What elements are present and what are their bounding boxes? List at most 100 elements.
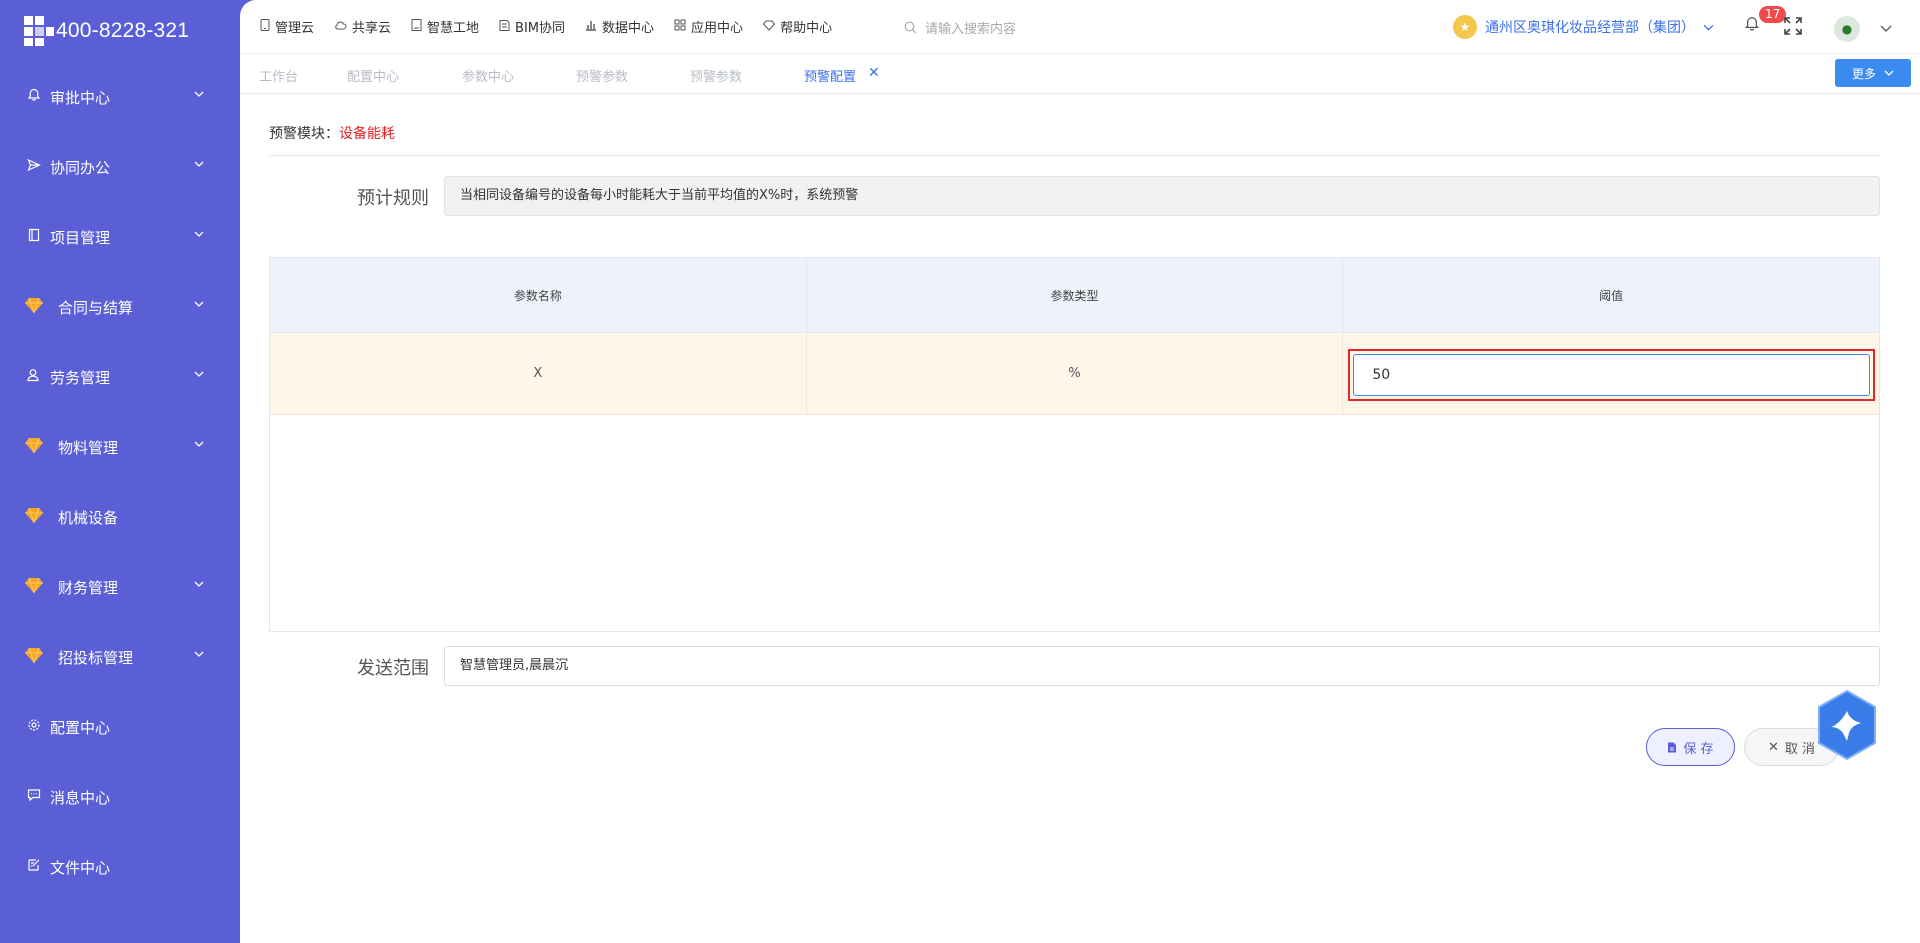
topnav-management-cloud[interactable]: 管理云	[260, 17, 314, 36]
assistant-bird-icon[interactable]	[1815, 689, 1879, 761]
sidebar-item-label: 机械设备	[58, 508, 119, 527]
cancel-button-label: 取 消	[1784, 741, 1816, 757]
column-header-threshold: 阈值	[1599, 288, 1624, 303]
tab-workbench[interactable]: 工作台	[259, 66, 298, 85]
search-icon	[904, 21, 917, 34]
topnav-help-center[interactable]: 帮助中心	[762, 17, 833, 36]
cloud-icon	[334, 20, 347, 33]
sidebar-item-collab[interactable]: 协同办公	[0, 132, 240, 202]
sidebar-item-label: 项目管理	[50, 228, 111, 247]
gem-icon	[24, 297, 44, 318]
gear-icon	[24, 718, 44, 736]
topnav-label: 共享云	[352, 21, 392, 36]
top-nav: 管理云 共享云 智慧工地 BIM协同 数据中心 应用中心 帮助中心	[260, 17, 832, 36]
table-header: 参数名称 参数类型 阈值	[270, 258, 1879, 333]
global-search[interactable]: 请输入搜索内容	[904, 18, 1016, 37]
threshold-input[interactable]	[1353, 354, 1871, 396]
tab-param-center[interactable]: 参数中心	[462, 66, 514, 85]
chevron-down-icon	[194, 301, 204, 307]
sidebar-item-label: 财务管理	[58, 578, 119, 597]
sidebar-item-material[interactable]: 物料管理	[0, 412, 240, 482]
tab-alert-params-1[interactable]: 预警参数	[576, 66, 628, 85]
cell-param-name: X	[270, 333, 807, 414]
sidebar-item-files[interactable]: 文件中心	[0, 832, 240, 902]
sidebar-item-label: 招投标管理	[58, 648, 134, 667]
chevron-down-icon	[194, 581, 204, 587]
sidebar: 400-8228-321 审批中心 协同办公 项目管理 合同与结算 劳务管理 物…	[0, 0, 240, 943]
topnav-label: 管理云	[275, 21, 315, 36]
chevron-down-icon	[1884, 70, 1894, 76]
tab-alert-config[interactable]: 预警配置	[804, 66, 856, 85]
topnav-label: 数据中心	[602, 21, 655, 36]
org-selector[interactable]: ★ 通州区奥琪化妆品经营部（集团）	[1453, 15, 1714, 39]
sidebar-item-label: 合同与结算	[58, 298, 134, 317]
gem-icon	[24, 507, 44, 528]
diamond-icon	[762, 20, 776, 34]
sidebar-item-label: 消息中心	[50, 788, 111, 807]
chevron-down-icon	[194, 161, 204, 167]
doc-icon	[411, 19, 422, 34]
sidebar-item-contract[interactable]: 合同与结算	[0, 272, 240, 342]
bar-chart-icon	[585, 19, 597, 34]
sidebar-item-machinery[interactable]: 机械设备	[0, 482, 240, 552]
divider	[269, 155, 1880, 156]
user-icon	[24, 368, 44, 386]
scope-label: 发送范围	[357, 658, 429, 679]
logo[interactable]: 400-8228-321	[24, 14, 189, 48]
gem-icon	[24, 577, 44, 598]
sidebar-item-label: 审批中心	[50, 88, 111, 107]
tab-alert-params-2[interactable]: 预警参数	[690, 66, 742, 85]
tab-config-center[interactable]: 配置中心	[347, 66, 399, 85]
sidebar-item-bidding[interactable]: 招投标管理	[0, 622, 240, 692]
gem-icon	[24, 437, 44, 458]
org-badge-icon: ★	[1453, 15, 1477, 39]
topnav-bim[interactable]: BIM协同	[499, 17, 565, 36]
bell-icon	[24, 88, 44, 106]
rule-field: 当相同设备编号的设备每小时能耗大于当前平均值的X%时，系统预警	[444, 176, 1880, 216]
chevron-down-icon	[194, 371, 204, 377]
sidebar-item-approval[interactable]: 审批中心	[0, 62, 240, 132]
cell-threshold	[1343, 333, 1879, 414]
module-label: 预警模块：	[269, 126, 339, 142]
org-name: 通州区奥琪化妆品经营部（集团）	[1485, 20, 1695, 36]
topnav-app-center[interactable]: 应用中心	[674, 17, 743, 36]
close-icon[interactable]: ✕	[868, 65, 880, 81]
top-bar: 管理云 共享云 智慧工地 BIM协同 数据中心 应用中心 帮助中心 请输入搜索内…	[240, 0, 1920, 54]
gem-icon	[24, 647, 44, 668]
fullscreen-icon[interactable]	[1783, 16, 1803, 36]
chevron-down-icon	[194, 651, 204, 657]
sidebar-item-labor[interactable]: 劳务管理	[0, 342, 240, 412]
sidebar-item-config[interactable]: 配置中心	[0, 692, 240, 762]
topnav-label: 帮助中心	[780, 21, 833, 36]
search-placeholder: 请输入搜索内容	[925, 22, 1017, 37]
sidebar-item-project[interactable]: 项目管理	[0, 202, 240, 272]
column-header-param-name: 参数名称	[270, 258, 807, 332]
save-button[interactable]: 保 存	[1646, 728, 1735, 766]
chevron-down-icon[interactable]	[1880, 22, 1892, 34]
alert-module-row: 预警模块：设备能耗	[269, 123, 395, 143]
topnav-label: 应用中心	[691, 21, 744, 36]
close-icon: ✕	[1767, 739, 1779, 755]
topnav-label: 智慧工地	[427, 21, 480, 36]
topnav-smart-site[interactable]: 智慧工地	[411, 17, 479, 36]
send-icon	[24, 158, 44, 176]
phone-icon	[260, 19, 270, 34]
edit-icon	[24, 858, 44, 876]
chevron-down-icon	[194, 441, 204, 447]
param-table: 参数名称 参数类型 阈值 X %	[269, 257, 1880, 632]
notification-bell-icon[interactable]	[1744, 16, 1760, 36]
cube-icon	[499, 19, 510, 34]
topnav-data-center[interactable]: 数据中心	[585, 17, 654, 36]
book-icon	[24, 228, 44, 246]
chevron-down-icon	[194, 91, 204, 97]
avatar[interactable]: ●	[1834, 16, 1860, 42]
sidebar-item-finance[interactable]: 财务管理	[0, 552, 240, 622]
scope-field[interactable]: 智慧管理员,晨晨沉	[444, 646, 1880, 686]
logo-icon	[24, 16, 54, 46]
topnav-shared-cloud[interactable]: 共享云	[334, 17, 391, 36]
save-button-label: 保 存	[1683, 741, 1714, 757]
sidebar-item-label: 配置中心	[50, 718, 111, 737]
table-row: X %	[270, 333, 1879, 415]
sidebar-item-messages[interactable]: 消息中心	[0, 762, 240, 832]
more-button[interactable]: 更多	[1835, 59, 1911, 87]
